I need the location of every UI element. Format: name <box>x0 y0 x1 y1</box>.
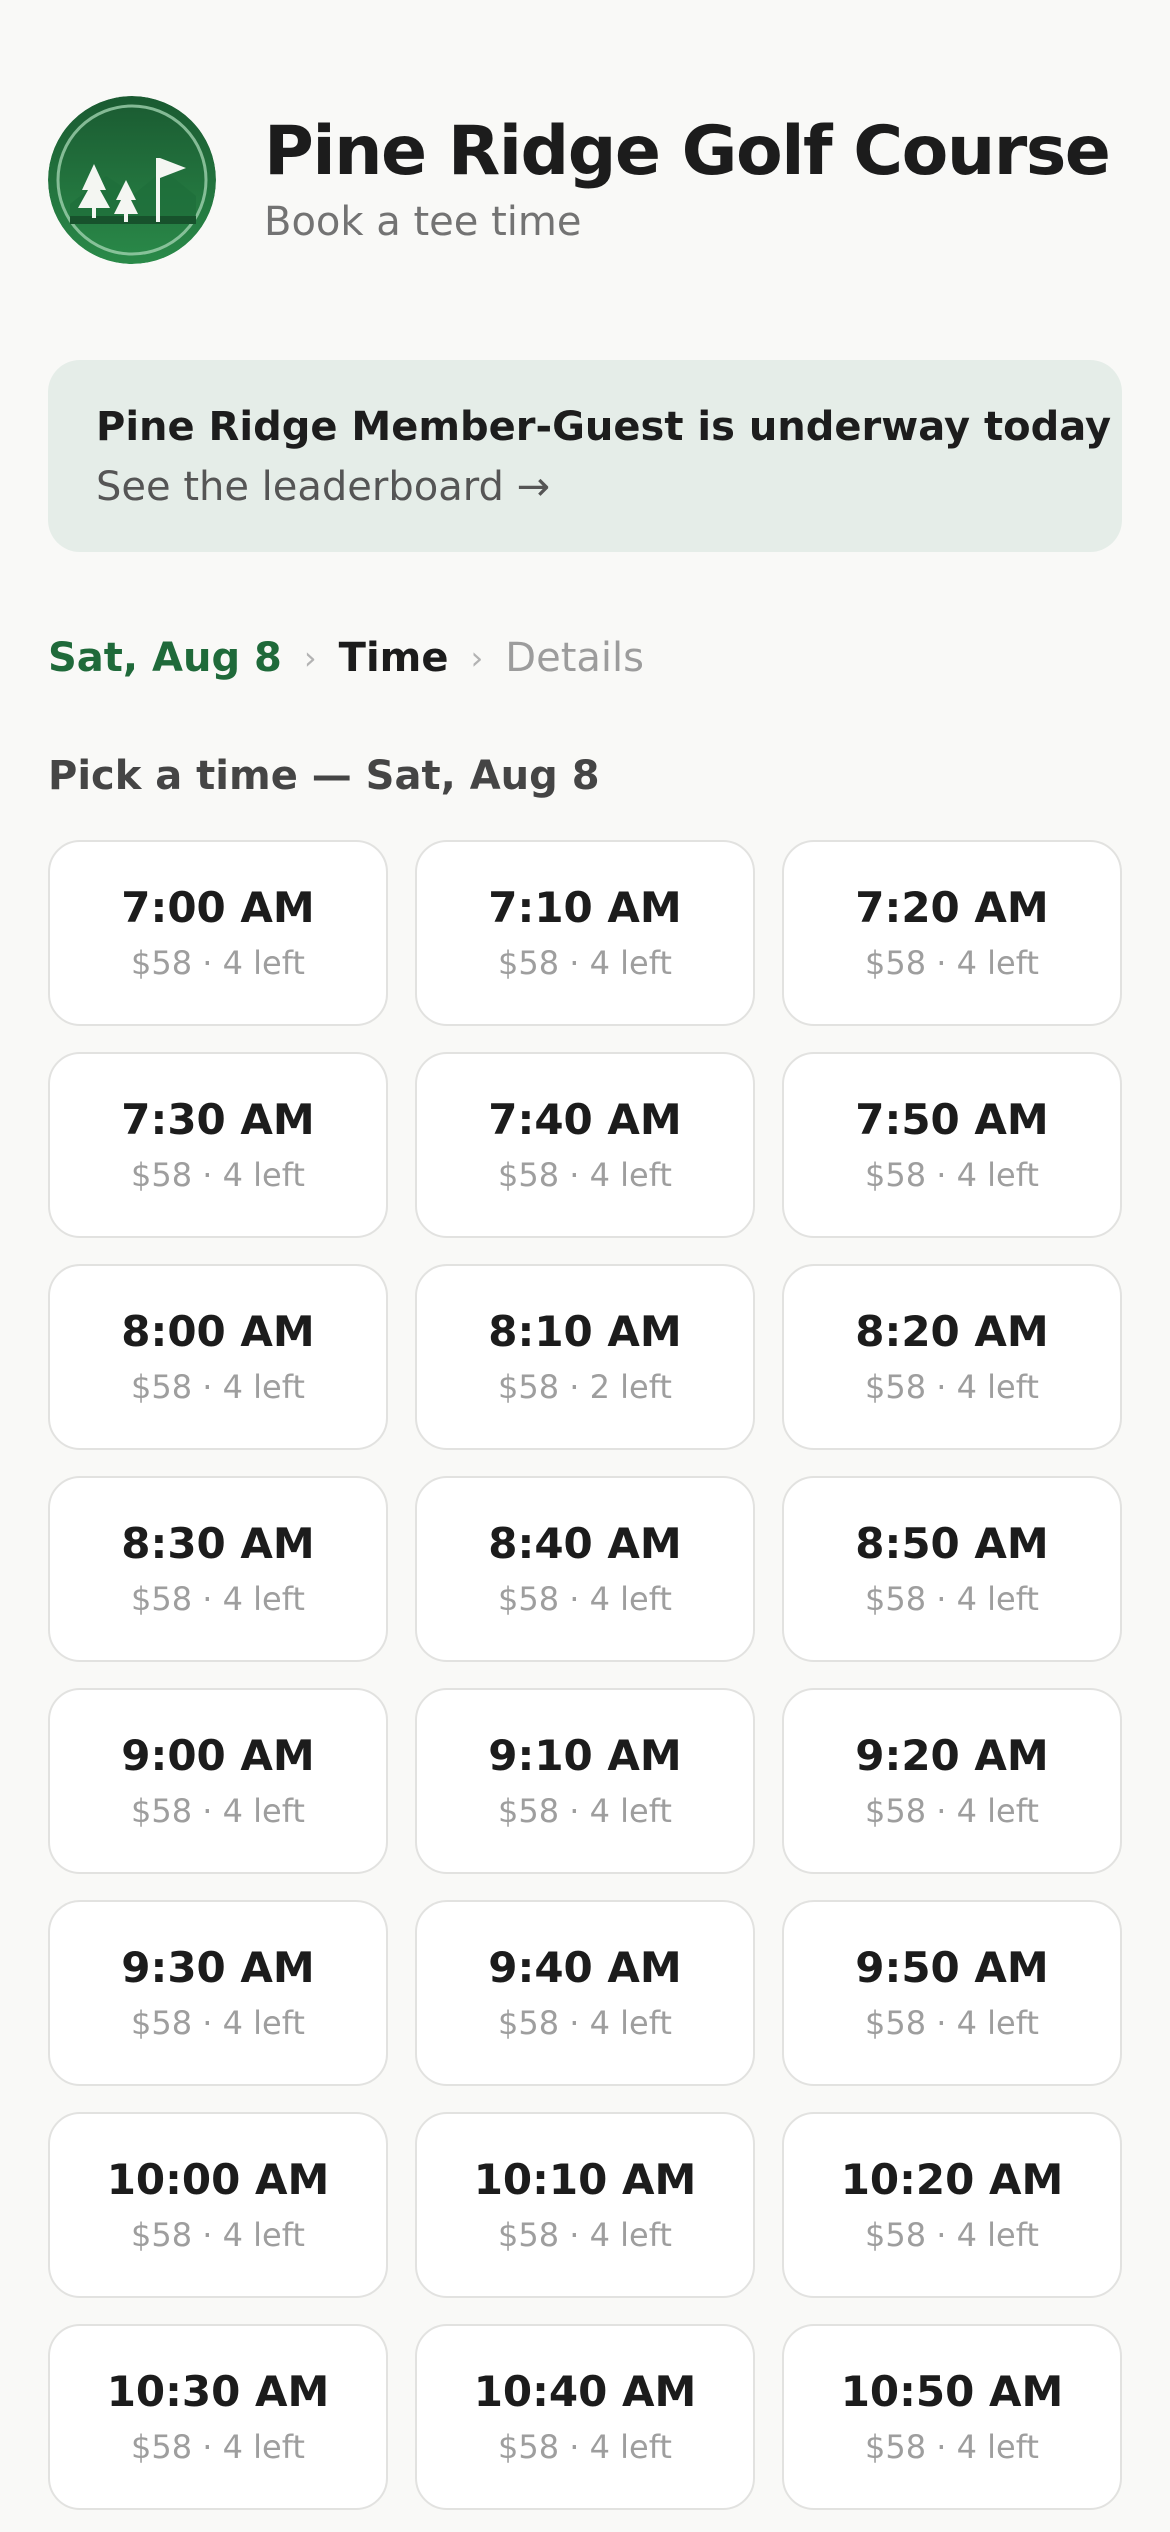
slot-price-availability: $58 · 4 left <box>865 2428 1039 2466</box>
slot-time: 8:30 AM <box>121 1519 315 1568</box>
slot-price-availability: $58 · 4 left <box>865 1156 1039 1194</box>
slot-time: 9:30 AM <box>121 1943 315 1992</box>
tee-time-slot[interactable]: 7:50 AM $58 · 4 left <box>782 1052 1122 1238</box>
slot-time: 7:00 AM <box>121 883 315 932</box>
tee-time-slot[interactable]: 9:40 AM $58 · 4 left <box>415 1900 755 2086</box>
tee-time-slot[interactable]: 9:20 AM $58 · 4 left <box>782 1688 1122 1874</box>
slot-price-availability: $58 · 4 left <box>865 1580 1039 1618</box>
tee-time-slot[interactable]: 9:50 AM $58 · 4 left <box>782 1900 1122 2086</box>
tee-time-slot[interactable]: 10:30 AM $58 · 4 left <box>48 2324 388 2510</box>
event-banner[interactable]: Pine Ridge Member-Guest is underway toda… <box>48 360 1122 552</box>
slot-time: 8:50 AM <box>855 1519 1049 1568</box>
slot-price-availability: $58 · 4 left <box>131 2216 305 2254</box>
slot-time: 10:40 AM <box>473 2367 697 2416</box>
slot-price-availability: $58 · 4 left <box>131 2004 305 2042</box>
tee-time-slot[interactable]: 9:10 AM $58 · 4 left <box>415 1688 755 1874</box>
slot-time: 10:50 AM <box>840 2367 1064 2416</box>
section-title: Pick a time — Sat, Aug 8 <box>48 753 600 799</box>
tee-time-slot[interactable]: 10:40 AM $58 · 4 left <box>415 2324 755 2510</box>
slot-time: 7:20 AM <box>855 883 1049 932</box>
slot-time: 8:10 AM <box>488 1307 682 1356</box>
slot-time: 9:20 AM <box>855 1731 1049 1780</box>
breadcrumb-time: Time <box>338 635 449 681</box>
slot-time: 10:10 AM <box>473 2155 697 2204</box>
slot-time: 8:20 AM <box>855 1307 1049 1356</box>
slot-time: 9:50 AM <box>855 1943 1049 1992</box>
chevron-right-icon: › <box>470 639 484 677</box>
slot-price-availability: $58 · 4 left <box>865 1368 1039 1406</box>
slot-price-availability: $58 · 4 left <box>498 2216 672 2254</box>
tee-time-slot[interactable]: 9:30 AM $58 · 4 left <box>48 1900 388 2086</box>
slot-time: 7:30 AM <box>121 1095 315 1144</box>
slot-price-availability: $58 · 4 left <box>865 2004 1039 2042</box>
slot-time: 8:40 AM <box>488 1519 682 1568</box>
slot-price-availability: $58 · 4 left <box>498 2428 672 2466</box>
tee-time-slot[interactable]: 7:00 AM $58 · 4 left <box>48 840 388 1026</box>
tee-time-slot[interactable]: 8:20 AM $58 · 4 left <box>782 1264 1122 1450</box>
tee-time-slot[interactable]: 10:20 AM $58 · 4 left <box>782 2112 1122 2298</box>
breadcrumb-details: Details <box>505 635 644 681</box>
banner-title: Pine Ridge Member-Guest is underway toda… <box>96 404 1112 450</box>
tee-time-slot[interactable]: 7:40 AM $58 · 4 left <box>415 1052 755 1238</box>
tee-time-slot[interactable]: 8:30 AM $58 · 4 left <box>48 1476 388 1662</box>
slot-price-availability: $58 · 4 left <box>865 2216 1039 2254</box>
tee-time-slot[interactable]: 8:10 AM $58 · 2 left <box>415 1264 755 1450</box>
page-header: Pine Ridge Golf Course Book a tee time <box>48 96 1122 264</box>
tee-time-slot[interactable]: 8:00 AM $58 · 4 left <box>48 1264 388 1450</box>
slot-price-availability: $58 · 2 left <box>498 1368 672 1406</box>
tee-time-slot[interactable]: 8:50 AM $58 · 4 left <box>782 1476 1122 1662</box>
slot-price-availability: $58 · 4 left <box>498 2004 672 2042</box>
slot-price-availability: $58 · 4 left <box>131 1156 305 1194</box>
tee-time-slot[interactable]: 7:10 AM $58 · 4 left <box>415 840 755 1026</box>
tee-time-slot[interactable]: 10:50 AM $58 · 4 left <box>782 2324 1122 2510</box>
slot-time: 9:40 AM <box>488 1943 682 1992</box>
slot-price-availability: $58 · 4 left <box>131 944 305 982</box>
slot-time: 10:00 AM <box>106 2155 330 2204</box>
breadcrumb-date[interactable]: Sat, Aug 8 <box>48 635 282 681</box>
slot-price-availability: $58 · 4 left <box>865 1792 1039 1830</box>
slot-price-availability: $58 · 4 left <box>498 1580 672 1618</box>
slot-price-availability: $58 · 4 left <box>131 2428 305 2466</box>
slot-time: 10:20 AM <box>840 2155 1064 2204</box>
tee-time-slot[interactable]: 9:00 AM $58 · 4 left <box>48 1688 388 1874</box>
tee-time-slot[interactable]: 10:00 AM $58 · 4 left <box>48 2112 388 2298</box>
tee-time-grid: 7:00 AM $58 · 4 left 7:10 AM $58 · 4 left 7:… <box>48 840 1122 2510</box>
slot-time: 9:10 AM <box>488 1731 682 1780</box>
slot-price-availability: $58 · 4 left <box>498 944 672 982</box>
slot-price-availability: $58 · 4 left <box>498 1792 672 1830</box>
slot-price-availability: $58 · 4 left <box>131 1792 305 1830</box>
breadcrumb: Sat, Aug 8 › Time › Details <box>48 628 644 688</box>
slot-time: 8:00 AM <box>121 1307 315 1356</box>
slot-time: 7:10 AM <box>488 883 682 932</box>
tee-time-slot[interactable]: 7:20 AM $58 · 4 left <box>782 840 1122 1026</box>
slot-price-availability: $58 · 4 left <box>131 1368 305 1406</box>
page-subtitle: Book a tee time <box>264 199 582 245</box>
leaderboard-link[interactable]: See the leaderboard → <box>96 460 1074 514</box>
slot-time: 9:00 AM <box>121 1731 315 1780</box>
slot-price-availability: $58 · 4 left <box>498 1156 672 1194</box>
slot-price-availability: $58 · 4 left <box>865 944 1039 982</box>
tee-time-slot[interactable]: 8:40 AM $58 · 4 left <box>415 1476 755 1662</box>
chevron-right-icon: › <box>303 639 317 677</box>
slot-price-availability: $58 · 4 left <box>131 1580 305 1618</box>
tee-time-slot[interactable]: 10:10 AM $58 · 4 left <box>415 2112 755 2298</box>
golf-course-logo-icon <box>48 96 216 264</box>
tee-time-slot[interactable]: 7:30 AM $58 · 4 left <box>48 1052 388 1238</box>
course-title: Pine Ridge Golf Course <box>264 112 1111 191</box>
slot-time: 7:50 AM <box>855 1095 1049 1144</box>
slot-time: 7:40 AM <box>488 1095 682 1144</box>
slot-time: 10:30 AM <box>106 2367 330 2416</box>
